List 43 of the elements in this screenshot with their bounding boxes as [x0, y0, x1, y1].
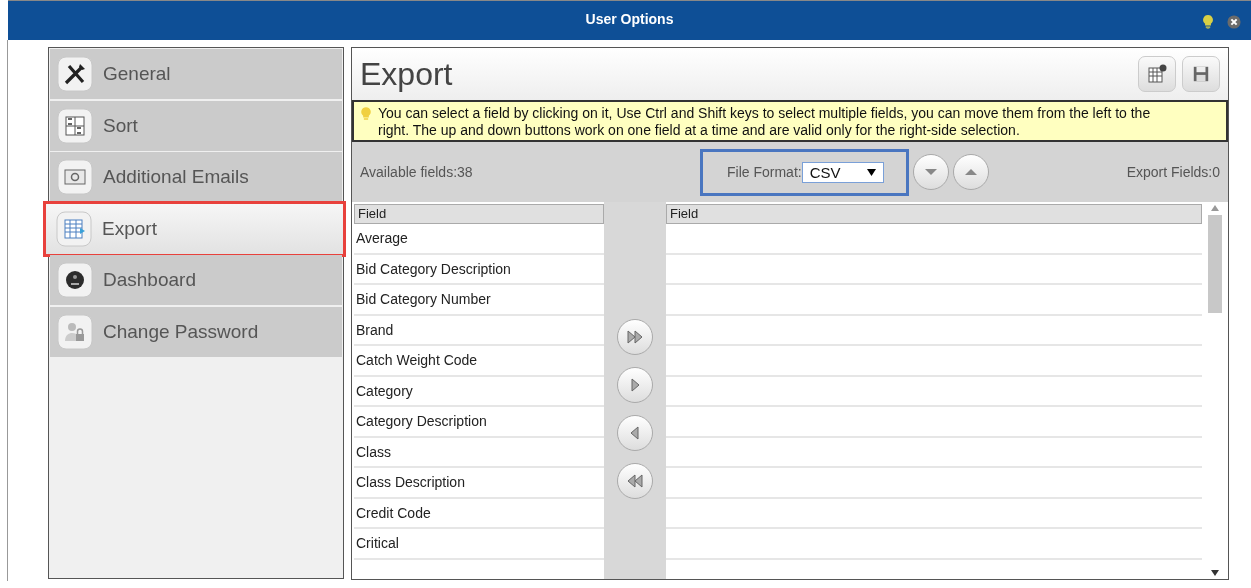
file-format-label: File Format: — [727, 164, 802, 180]
sidebar-item[interactable]: Dashboard — [50, 255, 342, 305]
close-icon[interactable] — [1227, 14, 1241, 30]
scroll-up-icon[interactable] — [1211, 205, 1219, 211]
move-down-button[interactable] — [912, 154, 949, 190]
table-icon — [1147, 64, 1167, 84]
file-format-dropdown[interactable]: CSV — [801, 161, 884, 183]
move-right-button[interactable] — [617, 367, 653, 403]
lightbulb-icon — [360, 106, 372, 122]
scroll-down-icon[interactable] — [1211, 570, 1219, 576]
caret-icon — [866, 168, 876, 176]
save-button[interactable] — [1182, 56, 1220, 92]
lightbulb-icon[interactable] — [1201, 14, 1215, 30]
email-icon — [57, 159, 93, 195]
sidebar-item[interactable]: Change Password — [50, 306, 342, 357]
scroll-thumb[interactable] — [1208, 215, 1222, 313]
triangle-up-icon — [963, 167, 978, 177]
move-up-button[interactable] — [952, 154, 989, 190]
sidebar-item[interactable]: General — [50, 49, 342, 99]
column-header: Field — [666, 204, 1202, 224]
panel-title: Export — [360, 55, 453, 93]
column-header: Field — [354, 204, 604, 224]
right-triangle-icon — [629, 378, 641, 392]
move-left-button[interactable] — [617, 415, 653, 451]
available-fields-count: Available fields:38 — [360, 164, 474, 180]
sidebar-item[interactable]: Additional Emails — [50, 152, 342, 202]
user-lock-icon — [57, 313, 93, 350]
table-icon — [56, 210, 92, 247]
tools-icon — [57, 56, 93, 92]
table-settings-button[interactable] — [1138, 56, 1176, 92]
move-all-right-button[interactable] — [617, 319, 653, 355]
sidebar-item[interactable]: Sort — [50, 100, 342, 151]
double-right-icon — [626, 330, 644, 344]
sidebar-item[interactable]: Export — [46, 203, 343, 254]
window-title: User Options — [585, 10, 674, 27]
move-all-left-button[interactable] — [617, 463, 653, 499]
gauge-icon — [57, 262, 93, 298]
hint-text: You can select a field by clicking on it, Use Ctrl and Shift keys to select multiple fields, you can move them from the left to the right. The up and down buttons work on one field at a time and are valid only for the right-side selection. — [378, 105, 1152, 139]
export-fields-count: Export Fields:0 — [1126, 164, 1220, 180]
left-triangle-icon — [629, 426, 641, 440]
sort-icon — [57, 107, 93, 144]
double-left-icon — [626, 474, 644, 488]
triangle-down-icon — [923, 167, 938, 177]
